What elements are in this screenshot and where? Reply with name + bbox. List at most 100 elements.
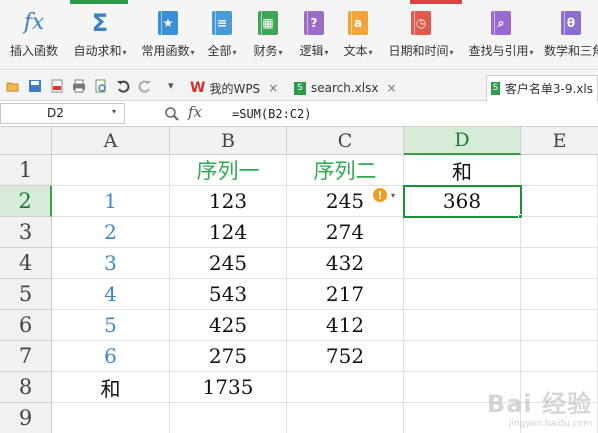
chevron-down-icon: ▾ bbox=[449, 48, 454, 57]
question-book-icon: ? bbox=[304, 11, 324, 35]
row-header-9[interactable]: 9 bbox=[0, 403, 52, 433]
cell-b6[interactable]: 425 bbox=[170, 310, 287, 341]
column-header-a[interactable]: A bbox=[52, 127, 170, 155]
export-pdf-icon[interactable] bbox=[50, 79, 64, 93]
logic-functions-button[interactable]: ? 逻辑▾ bbox=[294, 10, 334, 59]
ribbon-label: 文本 bbox=[343, 44, 368, 58]
row-header-1[interactable]: 1 bbox=[0, 155, 52, 186]
cell-e1[interactable] bbox=[521, 155, 598, 186]
ribbon-label: 逻辑 bbox=[299, 44, 324, 58]
close-icon[interactable]: × bbox=[386, 81, 396, 95]
chevron-down-icon: ▾ bbox=[278, 48, 283, 57]
magnifier-icon[interactable] bbox=[164, 106, 180, 122]
row-header-3[interactable]: 3 bbox=[0, 217, 52, 248]
cell-a2[interactable]: 1 bbox=[52, 186, 170, 217]
text-functions-button[interactable]: a 文本▾ bbox=[338, 10, 378, 59]
redo-icon[interactable] bbox=[138, 79, 152, 93]
cell-b1[interactable]: 序列一 bbox=[170, 155, 287, 186]
cell-d6[interactable] bbox=[404, 310, 521, 341]
formula-input[interactable]: =SUM(B2:C2) bbox=[232, 107, 311, 121]
print-icon[interactable] bbox=[72, 79, 86, 93]
chevron-down-icon: ▾ bbox=[232, 48, 237, 57]
open-folder-icon[interactable] bbox=[6, 79, 20, 93]
math-functions-button[interactable]: θ 数学和三角 bbox=[544, 10, 598, 59]
cell-e5[interactable] bbox=[521, 279, 598, 310]
cell-b4[interactable]: 245 bbox=[170, 248, 287, 279]
save-icon[interactable] bbox=[28, 79, 42, 93]
cell-d4[interactable] bbox=[404, 248, 521, 279]
column-header-e[interactable]: E bbox=[521, 127, 598, 155]
cell-a3[interactable]: 2 bbox=[52, 217, 170, 248]
cell-d3[interactable] bbox=[404, 217, 521, 248]
cell-e7[interactable] bbox=[521, 341, 598, 372]
cell-c7[interactable]: 752 bbox=[287, 341, 404, 372]
cell-e3[interactable] bbox=[521, 217, 598, 248]
autosum-button[interactable]: Σ 自动求和▾ bbox=[70, 10, 130, 59]
ribbon-label: 数学和三角 bbox=[544, 44, 598, 58]
cell-b8[interactable]: 1735 bbox=[170, 372, 287, 403]
cell-e2[interactable] bbox=[521, 186, 598, 217]
cell-c8[interactable] bbox=[287, 372, 404, 403]
chevron-down-icon: ▾ bbox=[368, 48, 373, 57]
datetime-functions-button[interactable]: ◷ 日期和时间▾ bbox=[384, 10, 458, 59]
cell-a7[interactable]: 6 bbox=[52, 341, 170, 372]
chevron-down-icon: ▾ bbox=[324, 48, 329, 57]
chevron-down-icon: ▾ bbox=[529, 48, 534, 57]
cell-c2[interactable]: 245 bbox=[287, 186, 404, 217]
cell-d2[interactable]: 368 bbox=[404, 186, 521, 217]
undo-icon[interactable] bbox=[116, 79, 130, 93]
cell-b3[interactable]: 124 bbox=[170, 217, 287, 248]
close-icon[interactable]: × bbox=[268, 81, 278, 95]
cell-a5[interactable]: 4 bbox=[52, 279, 170, 310]
cell-e4[interactable] bbox=[521, 248, 598, 279]
cell-c6[interactable]: 412 bbox=[287, 310, 404, 341]
row-header-2[interactable]: 2 bbox=[0, 186, 52, 217]
fill-handle[interactable] bbox=[518, 214, 523, 219]
fx-icon[interactable]: fx bbox=[188, 103, 202, 121]
warning-icon[interactable]: ! bbox=[373, 188, 387, 202]
cell-b9[interactable] bbox=[170, 403, 287, 433]
cell-a4[interactable]: 3 bbox=[52, 248, 170, 279]
cell-a6[interactable]: 5 bbox=[52, 310, 170, 341]
column-header-c[interactable]: C bbox=[287, 127, 404, 155]
finance-functions-button[interactable]: ▦ 财务▾ bbox=[248, 10, 288, 59]
cell-c9[interactable] bbox=[287, 403, 404, 433]
cell-b5[interactable]: 543 bbox=[170, 279, 287, 310]
chevron-down-icon[interactable]: ▾ bbox=[112, 107, 116, 116]
column-header-d[interactable]: D bbox=[404, 127, 521, 155]
cell-c5[interactable]: 217 bbox=[287, 279, 404, 310]
spreadsheet-grid: A B C D E 1 2 3 4 5 6 7 8 9 序列一 序列二 和 1 … bbox=[0, 127, 598, 433]
cell-a9[interactable] bbox=[52, 403, 170, 433]
cell-b2[interactable]: 123 bbox=[170, 186, 287, 217]
cell-c4[interactable]: 432 bbox=[287, 248, 404, 279]
cell-c1[interactable]: 序列二 bbox=[287, 155, 404, 186]
row-header-8[interactable]: 8 bbox=[0, 372, 52, 403]
cell-b7[interactable]: 275 bbox=[170, 341, 287, 372]
row-header-6[interactable]: 6 bbox=[0, 310, 52, 341]
common-functions-button[interactable]: ★ 常用函数▾ bbox=[138, 10, 198, 59]
tab-my-wps[interactable]: W 我的WPS × bbox=[186, 75, 282, 101]
insert-function-button[interactable]: fx 插入函数 bbox=[8, 10, 60, 59]
cell-c3[interactable]: 274 bbox=[287, 217, 404, 248]
row-header-7[interactable]: 7 bbox=[0, 341, 52, 372]
ribbon-accent-bar bbox=[410, 0, 462, 4]
name-box[interactable]: D2 bbox=[0, 103, 125, 124]
column-header-b[interactable]: B bbox=[170, 127, 287, 155]
chevron-down-icon: ▾ bbox=[190, 48, 195, 57]
cell-a8[interactable]: 和 bbox=[52, 372, 170, 403]
cell-d5[interactable] bbox=[404, 279, 521, 310]
chevron-down-icon[interactable]: ▾ bbox=[391, 191, 395, 200]
all-functions-button[interactable]: ≡ 全部▾ bbox=[202, 10, 242, 59]
cell-d1[interactable]: 和 bbox=[404, 155, 521, 186]
tab-search-xlsx[interactable]: S search.xlsx × bbox=[290, 75, 401, 101]
tab-customer-list[interactable]: S 客户名单3-9.xls bbox=[486, 75, 598, 101]
select-all-corner[interactable] bbox=[0, 127, 52, 155]
cell-e6[interactable] bbox=[521, 310, 598, 341]
cell-a1[interactable] bbox=[52, 155, 170, 186]
row-header-5[interactable]: 5 bbox=[0, 279, 52, 310]
customize-toolbar-icon[interactable]: ▾ bbox=[168, 79, 174, 92]
print-preview-icon[interactable] bbox=[94, 79, 108, 93]
row-header-4[interactable]: 4 bbox=[0, 248, 52, 279]
lookup-functions-button[interactable]: ⌕ 查找与引用▾ bbox=[464, 10, 538, 59]
cell-d7[interactable] bbox=[404, 341, 521, 372]
